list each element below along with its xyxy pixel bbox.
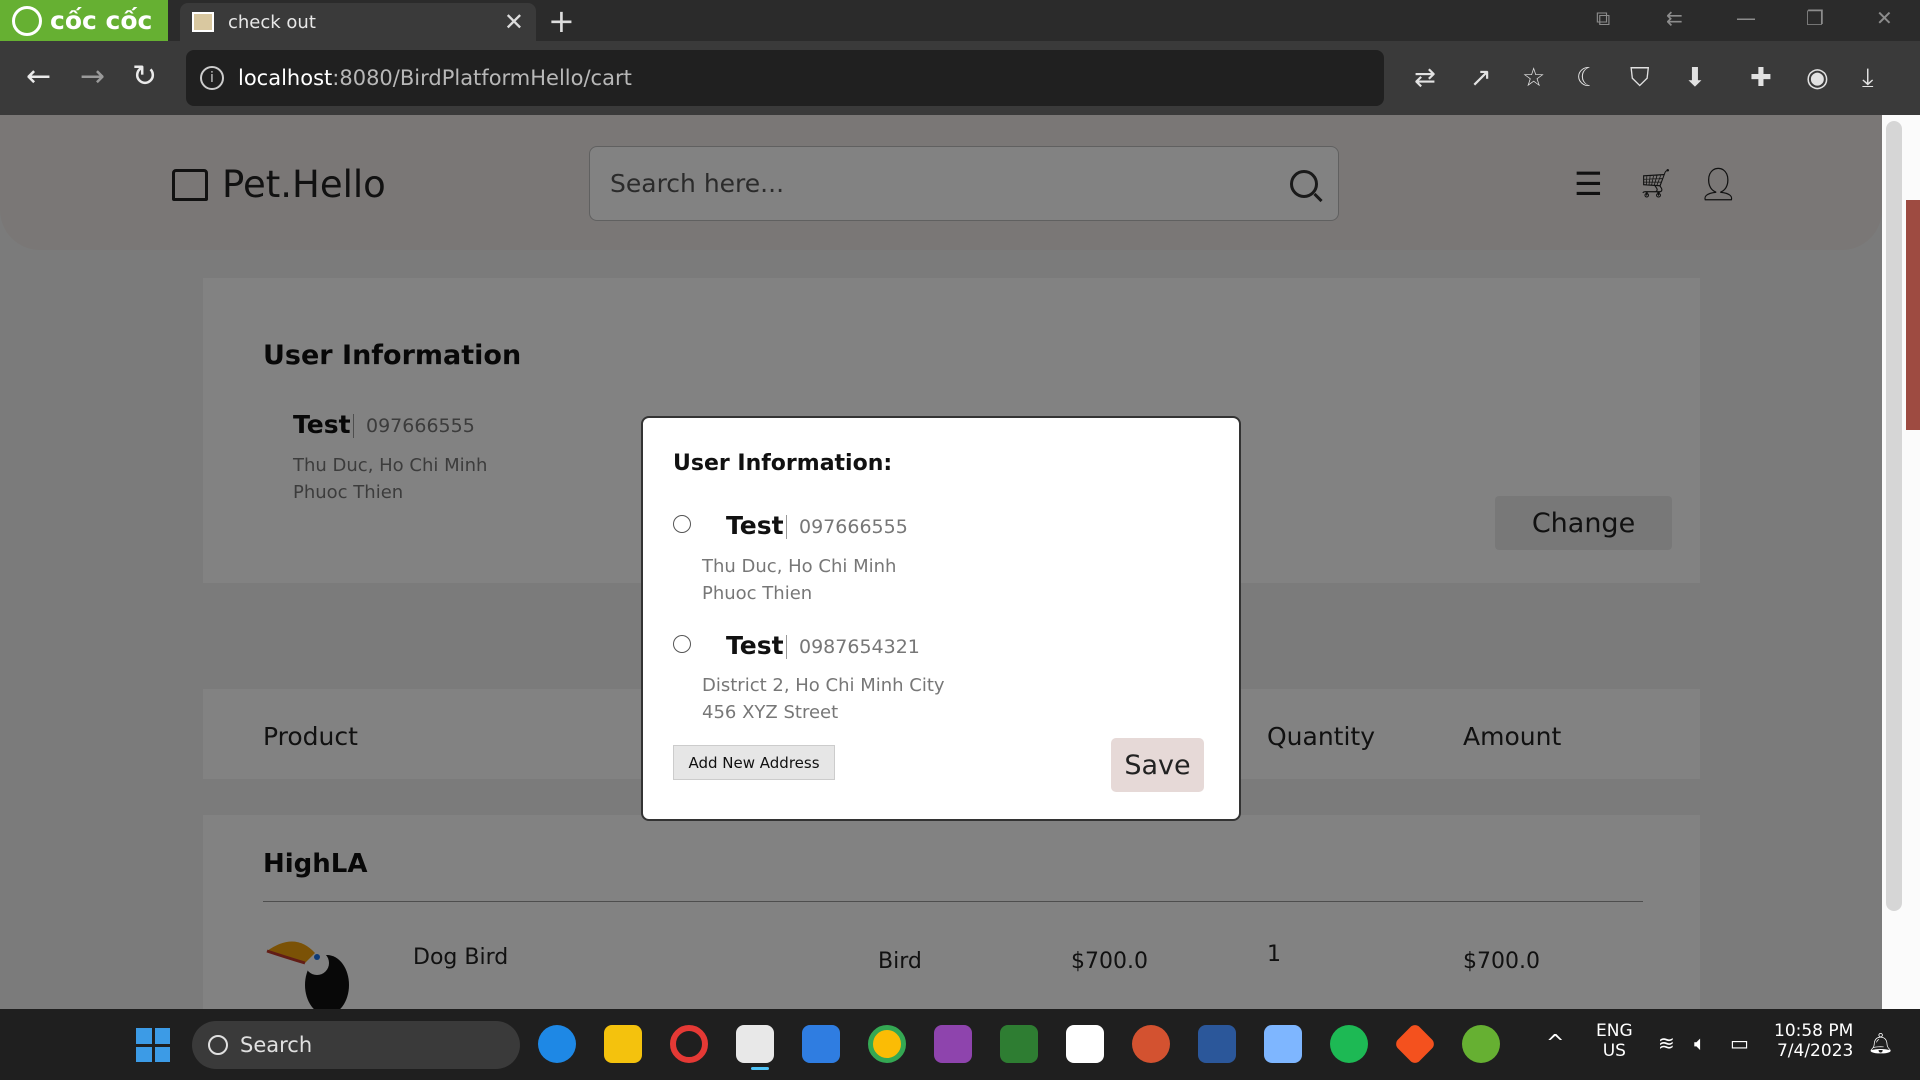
active-app-indicator	[751, 1067, 769, 1070]
powerpoint-icon[interactable]	[1132, 1025, 1170, 1063]
language-indicator[interactable]: ENG US	[1596, 1021, 1633, 1061]
taskbar-search[interactable]: Search	[192, 1021, 520, 1069]
address-2-line1: District 2, Ho Chi Minh City	[702, 675, 945, 696]
address-modal: User Information: Test 097666555 Thu Duc…	[641, 416, 1241, 821]
windows-taskbar: Search ^ ENG US ≋ 🔈︎ ▭ 10:58 PM 7/4/2023…	[0, 1009, 1920, 1080]
battery-icon[interactable]: ▭	[1730, 1031, 1749, 1055]
tab-title: check out	[228, 11, 316, 33]
translate-icon[interactable]: ⇄	[1414, 63, 1436, 93]
taskbar-search-label: Search	[240, 1033, 313, 1057]
browser-toolbar: ← → ↻ i localhost:8080/BirdPlatformHello…	[0, 41, 1920, 115]
web-page: Pet.Hello Search here... ☰ 🛒︎ 👤︎ User In…	[0, 115, 1882, 1009]
opera-icon[interactable]	[670, 1025, 708, 1063]
new-tab-icon[interactable]: +	[548, 2, 575, 40]
visual-studio-icon[interactable]	[934, 1025, 972, 1063]
scrollbar-thumb[interactable]	[1906, 200, 1920, 430]
coccoc-brand[interactable]: cốc cốc	[0, 0, 168, 41]
profile-icon[interactable]: ◉	[1806, 63, 1829, 93]
modal-title: User Information:	[673, 451, 893, 476]
virtualbox-icon[interactable]	[1264, 1025, 1302, 1063]
edge-icon[interactable]	[538, 1025, 576, 1063]
volume-icon[interactable]: 🔈︎	[1694, 1031, 1706, 1055]
chrome-icon[interactable]	[868, 1025, 906, 1063]
dark-mode-icon[interactable]: ☾	[1576, 63, 1599, 93]
sidebar-toggle-icon[interactable]: ⇇	[1666, 6, 1683, 30]
taskbar-search-icon	[208, 1035, 228, 1055]
site-info-icon[interactable]: i	[200, 66, 224, 90]
address-1-phone: 097666555	[799, 516, 908, 538]
spotify-icon[interactable]	[1330, 1025, 1368, 1063]
notion-icon[interactable]	[1066, 1025, 1104, 1063]
notification-bell-icon[interactable]: 🔔︎	[1868, 1031, 1893, 1055]
address-1-line1: Thu Duc, Ho Chi Minh	[702, 556, 897, 577]
share-icon[interactable]: ↗	[1470, 63, 1492, 93]
shield-icon[interactable]: ⛉	[1630, 63, 1650, 94]
extensions-icon[interactable]: ✚	[1750, 63, 1772, 93]
minimize-icon[interactable]: —	[1736, 6, 1756, 30]
address-1-name: Test	[726, 511, 784, 540]
bookmark-star-icon[interactable]: ☆	[1522, 63, 1545, 93]
file-explorer-icon[interactable]	[604, 1025, 642, 1063]
address-1-line2: Phuoc Thien	[702, 583, 813, 604]
clock-time: 10:58 PM	[1774, 1021, 1854, 1041]
window-close-icon[interactable]: ✕	[1876, 6, 1893, 30]
show-hidden-icons[interactable]: ^	[1546, 1031, 1564, 1056]
address-2-phone: 0987654321	[799, 636, 920, 658]
add-new-address-button[interactable]: Add New Address	[673, 745, 835, 780]
snipaste-icon[interactable]	[1000, 1025, 1038, 1063]
tab-favicon-icon	[192, 12, 214, 32]
save-button[interactable]: Save	[1111, 738, 1204, 792]
address-radio-2[interactable]	[673, 635, 691, 653]
sourcetree-icon[interactable]	[1393, 1022, 1437, 1066]
save-page-icon[interactable]: ⬇	[1684, 63, 1706, 93]
page-scrollbar[interactable]	[1882, 115, 1920, 1009]
coccoc-taskbar-icon[interactable]	[1462, 1025, 1500, 1063]
forward-icon[interactable]: →	[80, 59, 105, 94]
restore-icon[interactable]: ❐	[1806, 6, 1824, 30]
browser-tab[interactable]: check out ✕	[180, 3, 536, 41]
back-icon[interactable]: ←	[26, 59, 51, 94]
url-host: localhost	[238, 66, 333, 90]
brand-label: cốc cốc	[50, 6, 153, 35]
screenshot-icon[interactable]: ⧉	[1596, 6, 1610, 30]
todo-icon[interactable]	[802, 1025, 840, 1063]
snipping-tool-icon[interactable]	[736, 1025, 774, 1063]
wifi-icon[interactable]: ≋	[1658, 1031, 1675, 1055]
clock[interactable]: 10:58 PM 7/4/2023	[1774, 1021, 1853, 1061]
windows-start-icon[interactable]	[136, 1028, 170, 1062]
address-bar[interactable]: i localhost:8080/BirdPlatformHello/cart	[186, 50, 1384, 106]
downloads-icon[interactable]: ⤓	[1862, 63, 1874, 94]
language-line1: ENG	[1596, 1021, 1633, 1041]
coccoc-logo-icon	[12, 5, 42, 36]
language-line2: US	[1602, 1041, 1626, 1061]
word-icon[interactable]	[1198, 1025, 1236, 1063]
clock-date: 7/4/2023	[1776, 1041, 1854, 1061]
url-path: :8080/BirdPlatformHello/cart	[332, 66, 632, 90]
reload-icon[interactable]: ↻	[132, 59, 157, 94]
address-radio-1[interactable]	[673, 515, 691, 533]
address-2-name: Test	[726, 631, 784, 660]
tab-close-icon[interactable]: ✕	[504, 8, 524, 36]
scrollbar-track[interactable]	[1886, 121, 1902, 911]
address-2-line2: 456 XYZ Street	[702, 702, 839, 723]
address-2-separator	[786, 635, 787, 659]
address-1-separator	[786, 515, 787, 539]
browser-tabstrip: cốc cốc check out ✕ + ⧉ ⇇ — ❐ ✕	[0, 0, 1920, 41]
